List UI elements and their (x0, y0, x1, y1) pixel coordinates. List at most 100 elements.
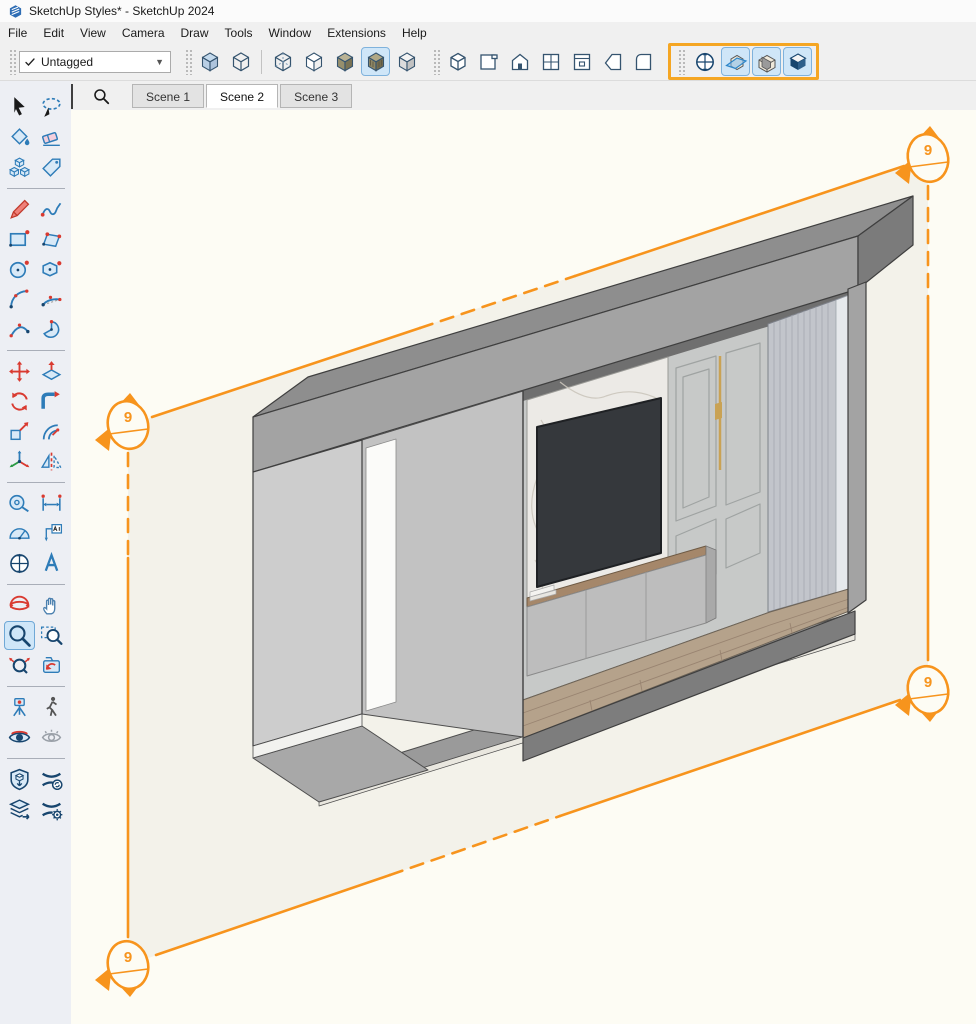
toolbar-button-view-right[interactable] (536, 47, 565, 76)
toolbar-button-shaded-with-textures[interactable] (361, 47, 390, 76)
tool-dimensions[interactable] (36, 489, 67, 518)
tool-polygon[interactable] (36, 255, 67, 284)
tool-eraser[interactable] (36, 123, 67, 152)
toolbar-button-display-section-planes[interactable] (721, 47, 750, 76)
toolbar-button-section-plane[interactable] (690, 47, 719, 76)
section-plane-corner-marker-top-right[interactable]: 9 (895, 126, 953, 186)
toolbar-button-display-section-fill[interactable] (783, 47, 812, 76)
wireframe-icon (229, 50, 253, 74)
tool-components[interactable] (4, 153, 35, 182)
menu-item-camera[interactable]: Camera (114, 24, 173, 42)
tool-scale[interactable] (4, 417, 35, 446)
toolbar-button-view-bottom[interactable] (629, 47, 658, 76)
hidden-line-icon (302, 50, 326, 74)
tool-flip[interactable] (36, 447, 67, 476)
tool-zoom[interactable] (4, 621, 35, 650)
tool-section-plane-tool[interactable] (4, 549, 35, 578)
tool-pan[interactable] (36, 591, 67, 620)
scene-tab-1[interactable]: Scene 1 (132, 84, 204, 108)
tag-icon (39, 155, 64, 180)
toolbar-grip[interactable] (185, 49, 192, 75)
tool-text[interactable] (36, 519, 67, 548)
section-plane-tool-icon (7, 551, 32, 576)
tool-look-around[interactable] (4, 723, 35, 752)
tool-rotated-rectangle[interactable] (36, 225, 67, 254)
tool-previous[interactable] (36, 651, 67, 680)
tool-push-pull[interactable] (36, 357, 67, 386)
section-plane-symbol: 9 (124, 409, 132, 426)
door-opening[interactable] (366, 439, 396, 711)
tool-two-point-arc[interactable] (36, 285, 67, 314)
tool-layers-export[interactable] (4, 795, 35, 824)
rotated-rectangle-icon (39, 227, 64, 252)
toolbar-button-display-section-cuts[interactable] (752, 47, 781, 76)
tool-line[interactable] (4, 195, 35, 224)
toolbar-button-view-back[interactable] (567, 47, 596, 76)
tv-screen[interactable] (537, 398, 661, 587)
left-wall-front[interactable] (253, 440, 362, 746)
toolbar-button-hidden-line[interactable] (299, 47, 328, 76)
tool-visibility[interactable] (36, 723, 67, 752)
search-scenes-button[interactable] (88, 84, 114, 108)
tool-select[interactable] (4, 93, 35, 122)
tool-offset[interactable] (36, 417, 67, 446)
right-wall[interactable] (848, 282, 866, 613)
menu-item-window[interactable]: Window (261, 24, 320, 42)
section-plane-symbol: 9 (924, 674, 932, 691)
tool-rectangle[interactable] (4, 225, 35, 254)
toolbar-button-back-edges[interactable] (268, 47, 297, 76)
walk-icon (39, 695, 64, 720)
drawing-canvas[interactable]: 9999 (0, 0, 976, 1024)
toolbar-button-wireframe[interactable] (226, 47, 255, 76)
tool-move[interactable] (4, 357, 35, 386)
eraser-icon (39, 125, 64, 150)
scene-tab-2[interactable]: Scene 2 (206, 84, 278, 108)
toolbar-button-view-front[interactable] (505, 47, 534, 76)
scene-tab-3[interactable]: Scene 3 (280, 84, 352, 108)
menu-item-edit[interactable]: Edit (35, 24, 72, 42)
toolbar-button-xray[interactable] (195, 47, 224, 76)
menu-item-draw[interactable]: Draw (173, 24, 217, 42)
menu-item-view[interactable]: View (72, 24, 114, 42)
menu-item-tools[interactable]: Tools (217, 24, 261, 42)
toolbar-grip[interactable] (678, 49, 685, 75)
visibility-icon (39, 725, 64, 750)
rectangle-icon (7, 227, 32, 252)
toolbar-button-view-left[interactable] (598, 47, 627, 76)
tool-arc[interactable] (4, 285, 35, 314)
tool-follow-me[interactable] (36, 387, 67, 416)
tool-rotate[interactable] (4, 387, 35, 416)
arc-icon (7, 287, 32, 312)
toolbar-button-view-top[interactable] (474, 47, 503, 76)
tool-pie[interactable] (36, 315, 67, 344)
tool-ext-sync[interactable] (36, 765, 67, 794)
tool-3d-text[interactable] (36, 549, 67, 578)
menu-item-file[interactable]: File (0, 24, 35, 42)
menu-item-help[interactable]: Help (394, 24, 435, 42)
back-edges-icon (271, 50, 295, 74)
tool-tape-measure[interactable] (4, 489, 35, 518)
tool-zoom-extents[interactable] (4, 651, 35, 680)
axes-icon (7, 449, 32, 474)
tool-freehand[interactable] (36, 195, 67, 224)
tool-warehouse[interactable] (4, 765, 35, 794)
tool-paint-bucket[interactable] (4, 123, 35, 152)
toolbar-grip[interactable] (433, 49, 440, 75)
tool-orbit[interactable] (4, 591, 35, 620)
tool-tag[interactable] (36, 153, 67, 182)
tool-circle[interactable] (4, 255, 35, 284)
tool-protractor[interactable] (4, 519, 35, 548)
tag-filter-dropdown[interactable]: Untagged ▼ (19, 51, 171, 73)
tool-three-point-arc[interactable] (4, 315, 35, 344)
toolbar-button-shaded[interactable] (330, 47, 359, 76)
menu-item-extensions[interactable]: Extensions (319, 24, 394, 42)
tool-position-camera[interactable] (4, 693, 35, 722)
tool-lasso[interactable] (36, 93, 67, 122)
tool-zoom-window[interactable] (36, 621, 67, 650)
tool-ext-gear[interactable] (36, 795, 67, 824)
tool-axes[interactable] (4, 447, 35, 476)
toolbar-grip[interactable] (9, 49, 16, 75)
toolbar-button-view-iso[interactable] (443, 47, 472, 76)
toolbar-button-monochrome[interactable] (392, 47, 421, 76)
tool-walk[interactable] (36, 693, 67, 722)
